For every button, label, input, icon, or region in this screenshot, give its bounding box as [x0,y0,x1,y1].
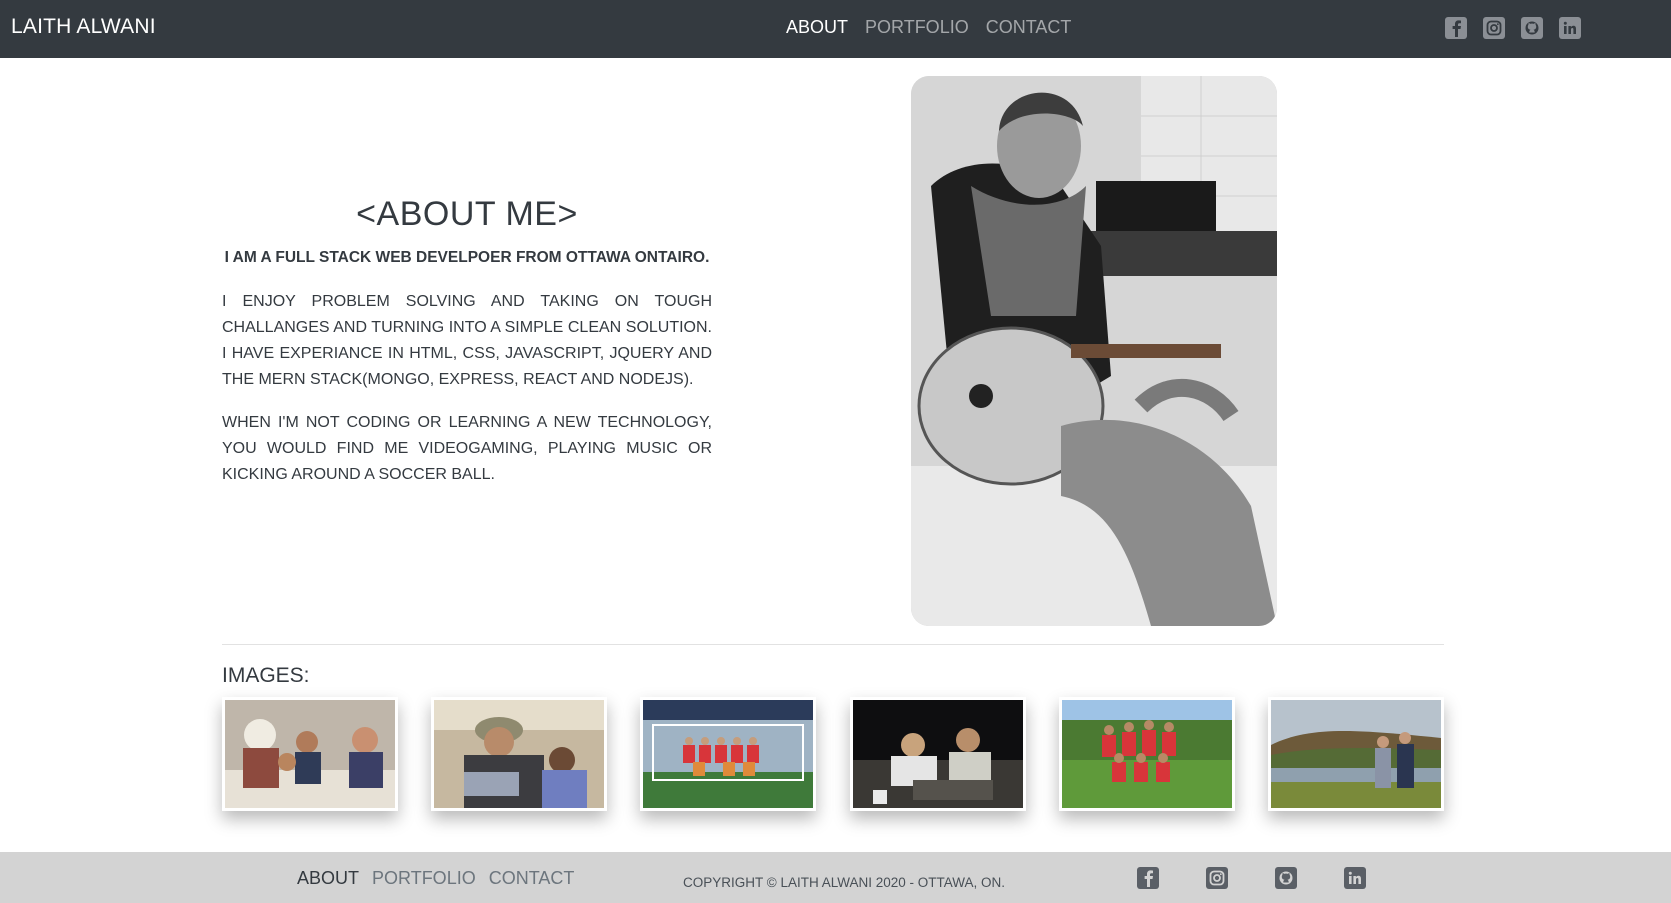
footer-link-portfolio[interactable]: PORTFOLIO [372,868,476,889]
footer-links: ABOUT PORTFOLIO CONTACT [297,868,574,889]
gallery-photo-lake[interactable] [1267,697,1444,811]
gallery-photo-kids[interactable] [431,697,608,811]
images-label: IMAGES: [222,664,310,687]
nav-social-icons [1445,17,1581,39]
github-icon[interactable] [1521,17,1543,39]
instagram-icon[interactable] [1483,17,1505,39]
gallery-photo-soccer-team-outdoor[interactable] [1058,697,1235,811]
about-title: <ABOUT ME> [356,195,578,233]
facebook-icon[interactable] [1137,867,1159,889]
about-paragraph-1: I ENJOY PROBLEM SOLVING AND TAKING ON TO… [222,293,712,388]
section-divider [222,644,1444,645]
about-subtitle: I AM A FULL STACK WEB DEVELPOER FROM OTT… [224,249,710,266]
about-paragraph-2: WHEN I'M NOT CODING OR LEARNING A NEW TE… [222,414,712,483]
gallery-photo-night-friends[interactable] [849,697,1026,811]
gallery-photo-soccer-team-indoor[interactable] [640,697,817,811]
footer-link-contact[interactable]: CONTACT [489,868,575,889]
linkedin-icon[interactable] [1559,17,1581,39]
copyright-text: COPYRIGHT © LAITH ALWANI 2020 - OTTAWA, … [683,875,1006,890]
brand-logo[interactable]: LAITH ALWANI [11,15,156,39]
facebook-icon[interactable] [1445,17,1467,39]
footer: ABOUT PORTFOLIO CONTACT COPYRIGHT © LAIT… [0,852,1671,903]
image-gallery [222,697,1444,811]
nav-links: ABOUT PORTFOLIO CONTACT [786,17,1071,38]
instagram-icon[interactable] [1206,867,1228,889]
navbar: LAITH ALWANI ABOUT PORTFOLIO CONTACT [0,0,1671,58]
footer-social-icons [1137,867,1366,889]
github-icon[interactable] [1275,867,1297,889]
linkedin-icon[interactable] [1344,867,1366,889]
footer-link-about[interactable]: ABOUT [297,868,359,889]
nav-link-portfolio[interactable]: PORTFOLIO [865,17,969,38]
nav-link-about[interactable]: ABOUT [786,17,848,38]
gallery-photo-family[interactable] [222,697,398,811]
profile-photo [911,76,1277,626]
nav-link-contact[interactable]: CONTACT [986,17,1072,38]
